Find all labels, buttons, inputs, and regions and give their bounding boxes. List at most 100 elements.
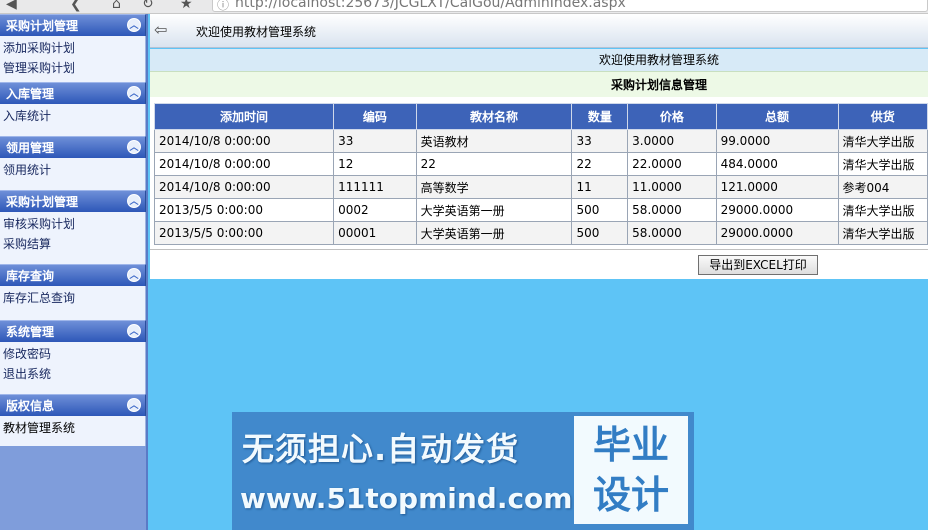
column-header[interactable]: 总额 [715, 103, 839, 130]
browser-reload-icon[interactable]: ↻ [142, 0, 154, 12]
table-row[interactable]: 2014/10/8 0:00:00 33 英语教材 33 3.0000 99.0… [153, 129, 928, 153]
sidebar-group-title: 采购计划管理 [6, 19, 79, 33]
browser-bookmark-icon[interactable]: ★ [180, 0, 193, 12]
table-cell: 参考004 [837, 175, 928, 199]
watermark-slogan: 无须担心.自动发货 [242, 430, 520, 468]
collapse-icon[interactable]: ︿ [127, 268, 141, 282]
table-row[interactable]: 2014/10/8 0:00:00 12 22 22 22.0000 484.0… [153, 152, 928, 176]
section-title: 采购计划信息管理 [150, 71, 928, 97]
table-cell: 0002 [333, 198, 417, 222]
table-cell: 11 [571, 175, 629, 199]
sidebar-group-title: 入库管理 [6, 87, 55, 101]
table-cell: 高等数学 [415, 175, 573, 199]
table-row[interactable]: 2013/5/5 0:00:00 00001 大学英语第一册 500 58.00… [153, 221, 928, 245]
browser-home-icon[interactable]: ⌂ [112, 0, 121, 12]
watermark-badge: 毕业 设计 [574, 416, 688, 524]
address-bar[interactable]: ⓘ http://localhost:25673/JCGLXT/CaiGou/A… [212, 0, 928, 12]
content-panel: 欢迎使用教材管理系统 采购计划信息管理 添加时间 编码 教材名称 数量 价格 总… [150, 49, 928, 279]
sidebar-group-header[interactable]: 领用管理 ︿ [0, 136, 146, 158]
table-cell: 484.0000 [715, 152, 839, 176]
sidebar-group-copyright: 版权信息 ︿ 教材管理系统 [0, 394, 146, 446]
export-bar: 导出到EXCEL打印 [150, 249, 928, 279]
collapse-icon[interactable]: ︿ [127, 194, 141, 208]
collapse-icon[interactable]: ︿ [127, 140, 141, 154]
sidebar-group-title: 系统管理 [6, 325, 55, 339]
sidebar-item-collect-stats[interactable]: 领用统计 [3, 160, 145, 180]
table-cell: 清华大学出版 [837, 152, 928, 176]
table-row[interactable]: 2013/5/5 0:00:00 0002 大学英语第一册 500 58.000… [153, 198, 928, 222]
table-cell: 33 [571, 129, 629, 153]
table-row[interactable]: 2014/10/8 0:00:00 111111 高等数学 11 11.0000… [153, 175, 928, 199]
sidebar-group-inbound: 入库管理 ︿ 入库统计 [0, 82, 146, 136]
site-info-icon[interactable]: ⓘ [217, 0, 229, 11]
column-header[interactable]: 编码 [333, 103, 417, 130]
sidebar-group-header[interactable]: 系统管理 ︿ [0, 320, 146, 342]
table-cell: 2014/10/8 0:00:00 [153, 175, 335, 199]
column-header[interactable]: 教材名称 [415, 103, 573, 130]
table-cell: 清华大学出版 [837, 221, 928, 245]
sidebar-group-header[interactable]: 采购计划管理 ︿ [0, 14, 146, 36]
sidebar-group-title: 版权信息 [6, 399, 55, 413]
sidebar-group-header[interactable]: 库存查询 ︿ [0, 264, 146, 286]
table-cell: 29000.0000 [715, 198, 839, 222]
sidebar-group-system: 系统管理 ︿ 修改密码 退出系统 [0, 320, 146, 394]
collapse-icon[interactable]: ︿ [127, 86, 141, 100]
column-header[interactable]: 价格 [627, 103, 717, 130]
watermark-overlay: 无须担心.自动发货 www.51topmind.com 毕业 设计 [232, 412, 694, 530]
table-cell: 58.0000 [627, 221, 717, 245]
table-cell: 2013/5/5 0:00:00 [153, 198, 335, 222]
sidebar-group-title: 领用管理 [6, 141, 55, 155]
export-excel-button[interactable]: 导出到EXCEL打印 [698, 255, 818, 275]
table-cell: 清华大学出版 [837, 129, 928, 153]
table-cell: 33 [333, 129, 417, 153]
sidebar-item-inventory-summary[interactable]: 库存汇总查询 [3, 288, 145, 308]
sidebar-item-settlement[interactable]: 采购结算 [3, 234, 145, 254]
table-cell: 111111 [333, 175, 417, 199]
browser-toolbar: ◀ ❮ ⌂ ↻ ★ ⓘ http://localhost:25673/JCGLX… [0, 0, 928, 14]
table-cell: 2014/10/8 0:00:00 [153, 129, 335, 153]
back-arrow-icon[interactable]: ⇦ [154, 22, 174, 38]
table-cell: 500 [571, 221, 629, 245]
sidebar-group-inventory: 库存查询 ︿ 库存汇总查询 [0, 264, 146, 320]
table-cell: 英语教材 [415, 129, 573, 153]
table-cell: 大学英语第一册 [415, 221, 573, 245]
table-cell: 58.0000 [627, 198, 717, 222]
table-cell: 3.0000 [627, 129, 717, 153]
table-cell: 22.0000 [627, 152, 717, 176]
sidebar-group-purchase-plan-2: 采购计划管理 ︿ 审核采购计划 采购结算 [0, 190, 146, 264]
collapse-icon[interactable]: ︿ [127, 18, 141, 32]
sidebar-group-title: 库存查询 [6, 269, 55, 283]
table-cell: 121.0000 [715, 175, 839, 199]
sidebar-item-review-plan[interactable]: 审核采购计划 [3, 214, 145, 234]
watermark-text: 无须担心.自动发货 www.51topmind.com [232, 412, 572, 530]
sidebar-group-collect: 领用管理 ︿ 领用统计 [0, 136, 146, 190]
sidebar-item-logout[interactable]: 退出系统 [3, 364, 145, 384]
table-header-row: 添加时间 编码 教材名称 数量 价格 总额 供货 [153, 103, 928, 130]
sidebar: 采购计划管理 ︿ 添加采购计划 管理采购计划 入库管理 ︿ 入库统计 领用管理 … [0, 14, 148, 530]
table-cell: 22 [571, 152, 629, 176]
collapse-icon[interactable]: ︿ [127, 324, 141, 338]
sidebar-group-purchase-plan: 采购计划管理 ︿ 添加采购计划 管理采购计划 [0, 14, 146, 82]
table-cell: 2013/5/5 0:00:00 [153, 221, 335, 245]
sidebar-group-header[interactable]: 采购计划管理 ︿ [0, 190, 146, 212]
column-header[interactable]: 数量 [571, 103, 629, 130]
sidebar-item-system-name: 教材管理系统 [3, 421, 76, 435]
page-title: 欢迎使用教材管理系统 [196, 25, 317, 39]
sidebar-group-header[interactable]: 入库管理 ︿ [0, 82, 146, 104]
browser-nav-icon[interactable]: ❮ [70, 0, 82, 12]
sidebar-item-add-plan[interactable]: 添加采购计划 [3, 38, 145, 58]
sidebar-item-inbound-stats[interactable]: 入库统计 [3, 106, 145, 126]
table-cell: 11.0000 [627, 175, 717, 199]
column-header[interactable]: 供货 [837, 103, 928, 130]
table-cell: 00001 [333, 221, 417, 245]
sidebar-item-change-password[interactable]: 修改密码 [3, 344, 145, 364]
sidebar-group-header[interactable]: 版权信息 ︿ [0, 394, 146, 416]
browser-back-icon[interactable]: ◀ [6, 0, 17, 12]
column-header[interactable]: 添加时间 [153, 103, 335, 130]
collapse-icon[interactable]: ︿ [127, 398, 141, 412]
table-cell: 22 [415, 152, 573, 176]
table-cell: 500 [571, 198, 629, 222]
sidebar-item-manage-plan[interactable]: 管理采购计划 [3, 58, 145, 78]
address-text: http://localhost:25673/JCGLXT/CaiGou/Adm… [235, 0, 626, 11]
watermark-url: www.51topmind.com [240, 482, 573, 515]
